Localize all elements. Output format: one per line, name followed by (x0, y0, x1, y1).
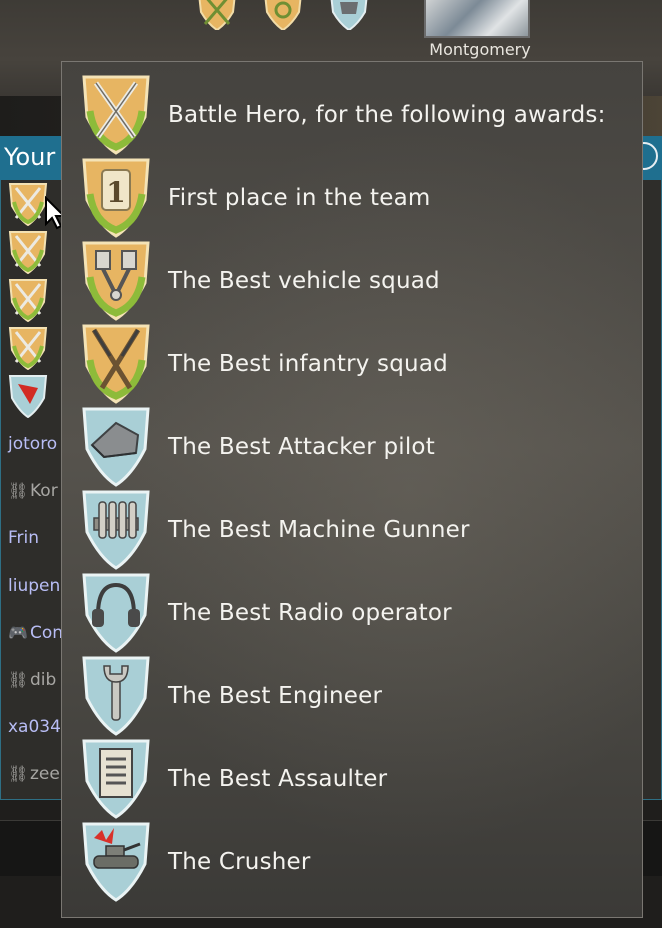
link-icon: ⛓ (8, 764, 29, 783)
pilot-cap-icon (82, 407, 150, 487)
red-flag-medal-icon[interactable] (8, 374, 48, 418)
wrench-icon (82, 656, 150, 736)
battle-hero-medal-icon[interactable] (8, 326, 48, 370)
panel-title: Your (4, 143, 56, 171)
award-row-machine-gunner: The Best Machine Gunner (80, 488, 640, 572)
gamepad-icon: 🎮 (8, 623, 28, 642)
award-row-battle-hero: Battle Hero, for the following awards: (80, 73, 640, 157)
link-icon: ⛓ (8, 670, 29, 689)
avatar[interactable] (424, 0, 530, 38)
top-medal-icon (264, 0, 302, 30)
award-label: The Best Machine Gunner (168, 517, 470, 543)
award-row-radio-operator: The Best Radio operator (80, 571, 640, 655)
award-label: The Best Attacker pilot (168, 434, 435, 460)
list-item[interactable]: ⛓zee (8, 764, 60, 784)
award-row-infantry-squad: The Best infantry squad (80, 322, 640, 406)
list-item[interactable]: Frin (8, 528, 39, 548)
award-label: The Best vehicle squad (168, 268, 440, 294)
crossed-swords-icon (82, 75, 150, 155)
link-icon: ⛓ (8, 481, 29, 500)
svg-text:1: 1 (106, 176, 125, 209)
clipboard-icon (82, 739, 150, 819)
award-row-crusher: The Crusher (80, 820, 640, 904)
list-item[interactable]: 🎮 Con (8, 623, 63, 643)
list-item[interactable]: jotoro (8, 434, 57, 454)
award-label: The Best Assaulter (168, 766, 388, 792)
awards-tooltip: Battle Hero, for the following awards: 1… (61, 61, 643, 918)
award-label: First place in the team (168, 185, 431, 211)
top-medal-icon (198, 0, 236, 30)
award-row-assaulter: The Best Assaulter (80, 737, 640, 821)
battle-hero-medal-icon[interactable] (8, 182, 48, 226)
award-label: Battle Hero, for the following awards: (168, 102, 606, 128)
ammo-belt-icon (82, 490, 150, 570)
battle-hero-medal-icon[interactable] (8, 278, 48, 322)
award-row-engineer: The Best Engineer (80, 654, 640, 738)
top-medal-icon (330, 0, 368, 30)
battle-hero-medal-icon[interactable] (8, 230, 48, 274)
list-item[interactable]: xa034 (8, 717, 61, 737)
award-row-attacker-pilot: The Best Attacker pilot (80, 405, 640, 489)
player-name[interactable]: Montgomery (424, 40, 536, 59)
award-label: The Best Radio operator (168, 600, 452, 626)
tank-icon (82, 822, 150, 902)
list-item[interactable]: liupen (8, 576, 60, 596)
list-item[interactable]: ⛓Kor (8, 481, 58, 501)
award-row-first-place: 1 First place in the team (80, 156, 640, 240)
award-label: The Best infantry squad (168, 351, 448, 377)
headphones-icon (82, 573, 150, 653)
first-place-icon: 1 (82, 158, 150, 238)
list-item[interactable]: ⛓dib (8, 670, 56, 690)
crossed-rifles-icon (82, 324, 150, 404)
award-label: The Best Engineer (168, 683, 383, 709)
award-label: The Crusher (168, 849, 311, 875)
award-row-vehicle-squad: The Best vehicle squad (80, 239, 640, 323)
pistons-icon (82, 241, 150, 321)
